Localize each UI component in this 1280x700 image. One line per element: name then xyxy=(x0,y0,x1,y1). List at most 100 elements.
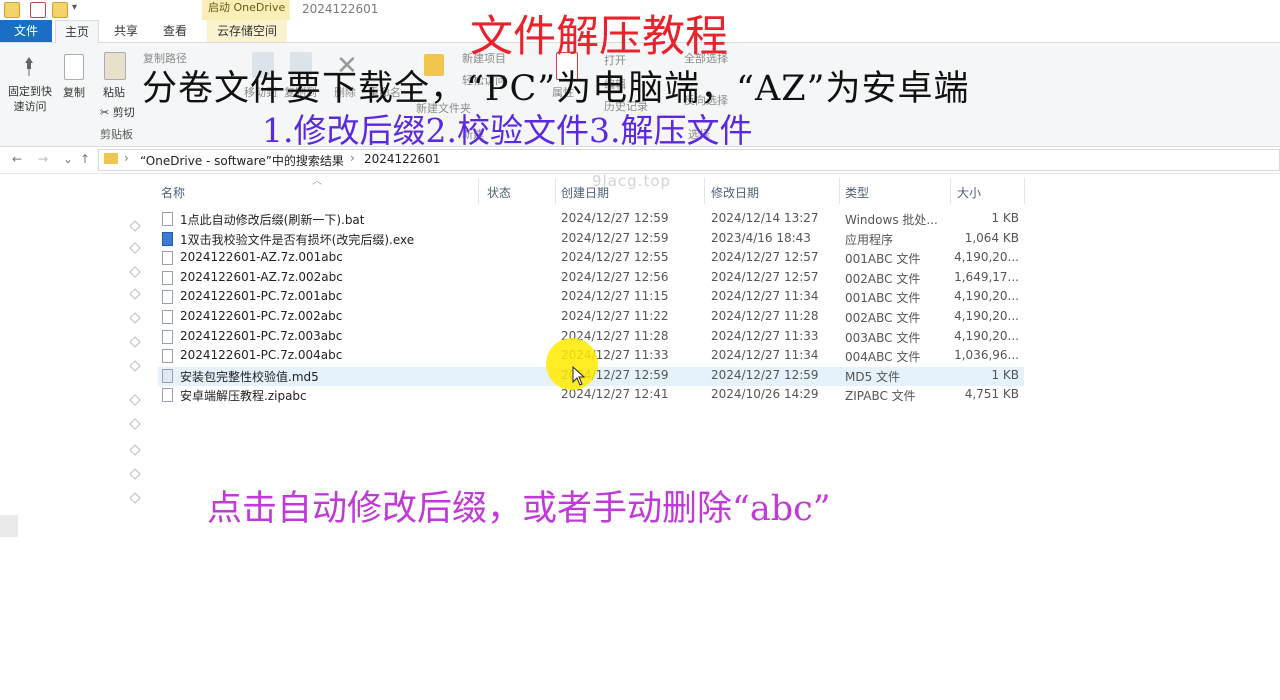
file-size: 1,064 KB xyxy=(964,231,1019,245)
file-size: 1 KB xyxy=(991,368,1019,382)
generic-file-icon xyxy=(162,388,173,402)
window-title: 2024122601 xyxy=(302,2,379,16)
column-divider[interactable] xyxy=(839,178,840,204)
paste-icon xyxy=(104,52,126,80)
table-row[interactable]: 2024122601-PC.7z.003abc 2024/12/27 11:28… xyxy=(158,328,1024,347)
file-name: 2024122601-PC.7z.004abc xyxy=(180,348,343,362)
file-modified: 2024/12/14 13:27 xyxy=(711,211,819,225)
file-created: 2024/12/27 11:22 xyxy=(561,309,669,323)
nav-selected-item[interactable] xyxy=(0,515,18,537)
bat-file-icon xyxy=(162,212,173,226)
file-created: 2024/12/27 12:59 xyxy=(561,211,669,225)
generic-file-icon xyxy=(162,271,173,285)
file-type: MD5 文件 xyxy=(845,370,901,384)
breadcrumb-folder[interactable]: 2024122601 xyxy=(364,152,440,166)
file-modified: 2024/12/27 11:34 xyxy=(711,289,819,303)
overlay-hint: 点击自动修改后缀，或者手动删除“abc” xyxy=(207,489,831,529)
sort-indicator-icon: ︿ xyxy=(312,176,322,187)
new-folder-icon[interactable] xyxy=(52,2,68,18)
tab-home[interactable]: 主页 xyxy=(55,20,99,43)
generic-file-icon xyxy=(162,290,173,304)
file-type: ZIPABC 文件 xyxy=(845,389,916,403)
column-header-modified[interactable]: 修改日期 xyxy=(711,184,759,201)
md5-file-icon xyxy=(162,369,173,383)
file-type: 001ABC 文件 xyxy=(845,291,921,305)
table-row[interactable]: 安卓端解压教程.zipabc 2024/12/27 12:41 2024/10/… xyxy=(158,386,1024,405)
file-name: 2024122601-PC.7z.002abc xyxy=(180,309,343,323)
copy-icon xyxy=(64,54,84,80)
table-row[interactable]: 2024122601-AZ.7z.002abc 2024/12/27 12:56… xyxy=(158,269,1024,288)
file-type: 002ABC 文件 xyxy=(845,272,921,286)
generic-file-icon xyxy=(162,330,173,344)
overlay-title: 文件解压教程 xyxy=(470,12,728,62)
file-size: 1,649,17... xyxy=(954,270,1019,284)
file-modified: 2024/10/26 14:29 xyxy=(711,387,819,401)
file-name: 安装包完整性校验值.md5 xyxy=(180,370,319,384)
table-row[interactable]: 1点此自动修改后缀(刷新一下).bat 2024/12/27 12:59 202… xyxy=(158,210,1024,229)
file-name: 安卓端解压教程.zipabc xyxy=(180,389,307,403)
file-modified: 2024/12/27 11:28 xyxy=(711,309,819,323)
tab-share[interactable]: 共享 xyxy=(108,20,144,42)
folder-icon xyxy=(104,153,118,164)
file-created: 2024/12/27 12:56 xyxy=(561,270,669,284)
paste-button[interactable]: 粘贴 xyxy=(100,84,128,100)
breadcrumb-search-results[interactable]: “OneDrive - software”中的搜索结果 xyxy=(140,152,344,169)
recent-locations-button[interactable]: ⌄ xyxy=(63,152,73,166)
table-row[interactable]: 1双击我校验文件是否有损坏(改完后缀).exe 2024/12/27 12:59… xyxy=(158,230,1024,249)
file-type: Windows 批处... xyxy=(845,213,938,227)
copy-button[interactable]: 复制 xyxy=(61,84,87,100)
file-name: 1双击我校验文件是否有损坏(改完后缀).exe xyxy=(180,233,415,247)
generic-file-icon xyxy=(162,310,173,324)
file-modified: 2024/12/27 11:34 xyxy=(711,348,819,362)
table-row[interactable]: 2024122601-PC.7z.002abc 2024/12/27 11:22… xyxy=(158,308,1024,327)
file-created: 2024/12/27 12:59 xyxy=(561,231,669,245)
forward-button[interactable]: → xyxy=(38,152,48,166)
column-divider[interactable] xyxy=(555,178,556,204)
navigation-pane[interactable] xyxy=(0,174,142,700)
cut-label: 剪切 xyxy=(112,106,135,119)
file-size: 1 KB xyxy=(991,211,1019,225)
file-created: 2024/12/27 11:15 xyxy=(561,289,669,303)
up-button[interactable]: ↑ xyxy=(80,152,90,166)
file-size: 4,190,20... xyxy=(954,329,1019,343)
mouse-cursor-icon xyxy=(572,365,586,389)
table-row[interactable]: 2024122601-PC.7z.001abc 2024/12/27 11:15… xyxy=(158,288,1024,307)
column-divider[interactable] xyxy=(950,178,951,204)
file-name: 2024122601-AZ.7z.001abc xyxy=(180,250,343,264)
file-size: 4,190,20... xyxy=(954,250,1019,264)
file-modified: 2024/12/27 12:59 xyxy=(711,368,819,382)
customize-qat-icon[interactable]: ▾ xyxy=(72,2,77,13)
onedrive-tool-tab[interactable]: 启动 OneDrive xyxy=(202,0,290,20)
column-divider[interactable] xyxy=(704,178,705,204)
properties-icon[interactable] xyxy=(30,2,46,18)
file-modified: 2023/4/16 18:43 xyxy=(711,231,811,245)
file-type: 004ABC 文件 xyxy=(845,350,921,364)
column-header-size[interactable]: 大小 xyxy=(957,184,981,201)
file-size: 1,036,96... xyxy=(954,348,1019,362)
column-divider[interactable] xyxy=(478,178,479,204)
scissors-icon: ✂ xyxy=(100,106,113,119)
tab-cloud-storage[interactable]: 云存储空间 xyxy=(207,20,287,42)
file-modified: 2024/12/27 11:33 xyxy=(711,329,819,343)
file-type: 应用程序 xyxy=(845,233,894,247)
column-header-name[interactable]: 名称 xyxy=(161,184,185,201)
back-button[interactable]: ← xyxy=(12,152,22,166)
generic-file-icon xyxy=(162,251,173,265)
column-divider[interactable] xyxy=(1024,178,1025,204)
exe-file-icon xyxy=(162,232,173,246)
file-modified: 2024/12/27 12:57 xyxy=(711,270,819,284)
table-row[interactable]: 2024122601-AZ.7z.001abc 2024/12/27 12:55… xyxy=(158,249,1024,268)
file-name: 2024122601-AZ.7z.002abc xyxy=(180,270,343,284)
file-type: 001ABC 文件 xyxy=(845,252,921,266)
tab-file[interactable]: 文件 xyxy=(0,20,52,42)
tab-view[interactable]: 查看 xyxy=(157,20,193,42)
cut-button[interactable]: ✂ 剪切 xyxy=(100,104,135,120)
pin-quick-access-button[interactable]: 固定到快速访问 xyxy=(6,84,54,114)
file-size: 4,751 KB xyxy=(964,387,1019,401)
file-size: 4,190,20... xyxy=(954,289,1019,303)
column-header-type[interactable]: 类型 xyxy=(845,184,869,201)
column-header-status[interactable]: 状态 xyxy=(487,184,511,201)
file-type: 002ABC 文件 xyxy=(845,311,921,325)
pin-icon xyxy=(20,55,38,77)
file-name: 1点此自动修改后缀(刷新一下).bat xyxy=(180,213,365,227)
